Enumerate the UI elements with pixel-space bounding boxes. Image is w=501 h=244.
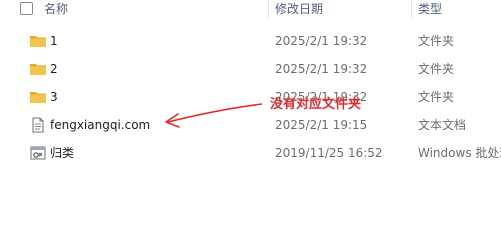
column-divider[interactable] <box>411 0 412 18</box>
text-document-icon <box>32 117 44 133</box>
batch-file-icon <box>30 146 46 160</box>
file-name: fengxiangqi.com <box>50 118 151 132</box>
column-header-date[interactable]: 修改日期 <box>275 1 323 17</box>
file-type: 文件夹 <box>418 62 455 76</box>
column-header-type[interactable]: 类型 <box>418 1 442 17</box>
file-name: 2 <box>50 62 58 76</box>
file-type: 文件夹 <box>418 90 455 104</box>
file-row[interactable]: 3 2025/2/1 19:32 文件夹 <box>0 83 501 111</box>
folder-icon <box>30 64 46 75</box>
select-all-checkbox[interactable] <box>20 2 33 15</box>
file-row[interactable]: 归类 2019/11/25 16:52 Windows 批处理文件 <box>0 139 501 167</box>
column-header-name[interactable]: 名称 <box>44 1 68 17</box>
file-name: 归类 <box>50 146 75 160</box>
file-row[interactable]: 1 2025/2/1 19:32 文件夹 <box>0 27 501 55</box>
file-type: Windows 批处理文件 <box>418 146 501 160</box>
annotation-label: 没有对应文件夹 <box>270 97 362 112</box>
file-row[interactable]: 2 2025/2/1 19:32 文件夹 <box>0 55 501 83</box>
file-type: 文本文档 <box>418 118 467 132</box>
folder-icon <box>30 36 46 47</box>
column-divider[interactable] <box>268 0 269 18</box>
file-name: 3 <box>50 90 58 104</box>
file-date: 2025/2/1 19:32 <box>275 34 368 48</box>
file-date: 2019/11/25 16:52 <box>275 146 383 160</box>
file-explorer-view: 名称 修改日期 类型 1 2025/2/1 19:32 文件夹 2 2025/2… <box>0 0 501 244</box>
file-row[interactable]: fengxiangqi.com 2025/2/1 19:15 文本文档 <box>0 111 501 139</box>
file-type: 文件夹 <box>418 34 455 48</box>
file-date: 2025/2/1 19:15 <box>275 118 368 132</box>
folder-icon <box>30 92 46 103</box>
file-name: 1 <box>50 34 58 48</box>
column-header: 名称 修改日期 类型 <box>0 0 501 18</box>
file-date: 2025/2/1 19:32 <box>275 62 368 76</box>
